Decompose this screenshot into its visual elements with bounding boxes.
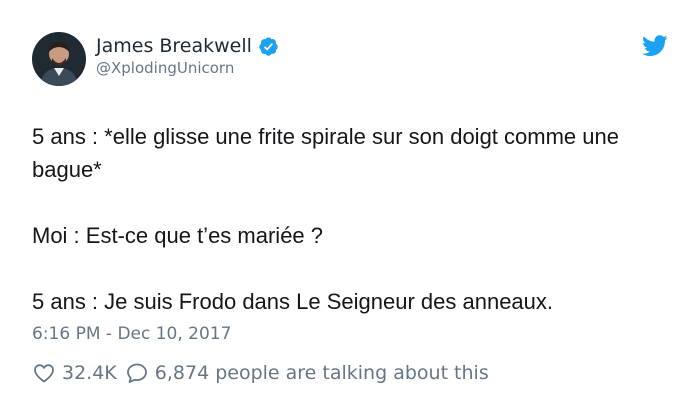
author-handle[interactable]: @XplodingUnicorn	[96, 59, 234, 77]
verified-badge-icon	[258, 36, 279, 57]
twitter-bird-icon[interactable]	[642, 35, 668, 57]
tweet-timestamp[interactable]: 6:16 PM - Dec 10, 2017	[32, 324, 231, 344]
talking-count[interactable]: 6,874 people are talking about this	[155, 362, 489, 384]
tweet-paragraph: 5 ans : *elle glisse une frite spirale s…	[32, 124, 619, 182]
avatar-image	[32, 32, 86, 86]
tweet-paragraph: 5 ans : Je suis Frodo dans Le Seigneur d…	[32, 289, 554, 314]
tweet-card: James Breakwell @XplodingUnicorn 5 ans :…	[0, 0, 700, 415]
tweet-text: 5 ans : *elle glisse une frite spirale s…	[32, 120, 672, 318]
author-name[interactable]: James Breakwell	[96, 35, 252, 57]
tweet-paragraph: Moi : Est-ce que t’es mariée ?	[32, 223, 324, 248]
heart-icon[interactable]	[32, 361, 56, 385]
author-name-row[interactable]: James Breakwell	[96, 33, 279, 59]
speech-bubble-icon[interactable]	[125, 361, 149, 385]
avatar[interactable]	[32, 32, 86, 86]
actions-row: 32.4K 6,874 people are talking about thi…	[32, 359, 489, 387]
like-count[interactable]: 32.4K	[62, 362, 117, 384]
